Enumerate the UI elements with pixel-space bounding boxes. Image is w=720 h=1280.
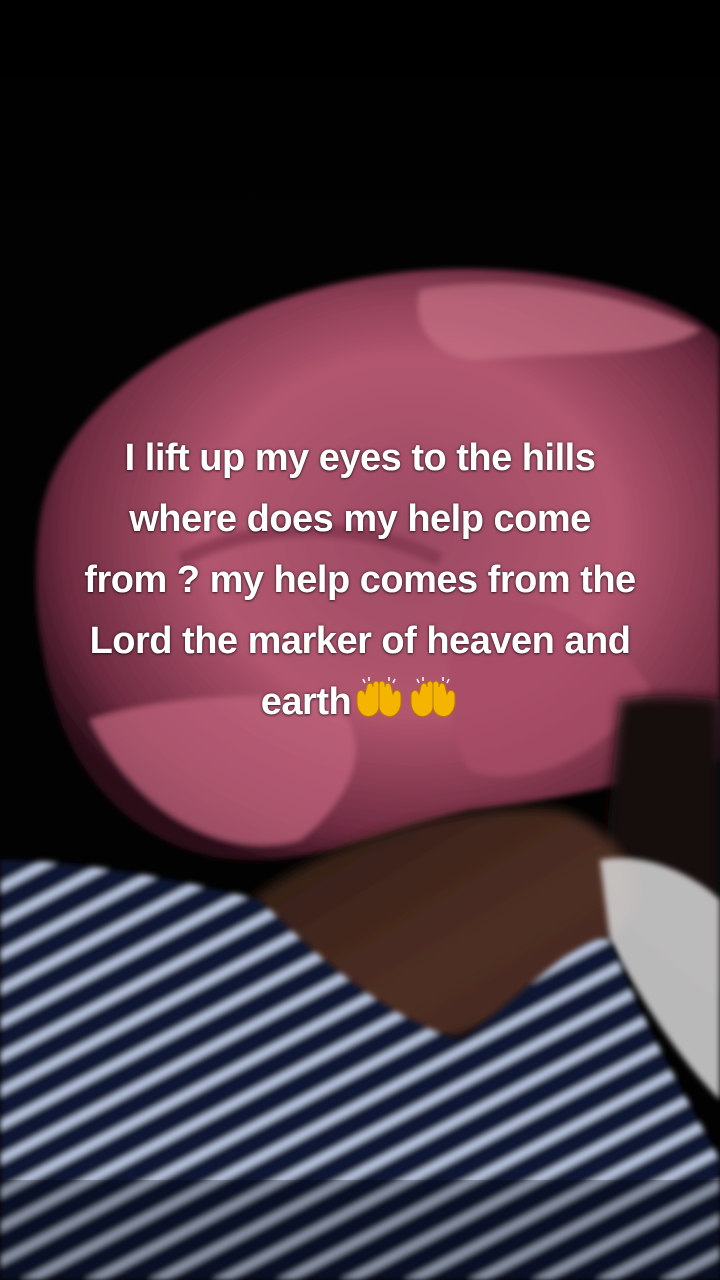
raising-hands-icon	[353, 676, 405, 739]
caption-line: where does my help come	[129, 498, 591, 540]
raising-hands-icon	[407, 676, 459, 739]
caption-line: from ? my help comes from the	[84, 559, 636, 601]
caption-line: Lord the marker of heaven and	[89, 620, 631, 662]
caption-word: earth	[260, 681, 352, 723]
video-frame: I lift up my eyes to the hills where doe…	[0, 0, 720, 1280]
caption-line-last: earth	[40, 672, 680, 739]
caption-line: I lift up my eyes to the hills	[124, 437, 596, 479]
caption-text: I lift up my eyes to the hills where doe…	[40, 428, 680, 739]
